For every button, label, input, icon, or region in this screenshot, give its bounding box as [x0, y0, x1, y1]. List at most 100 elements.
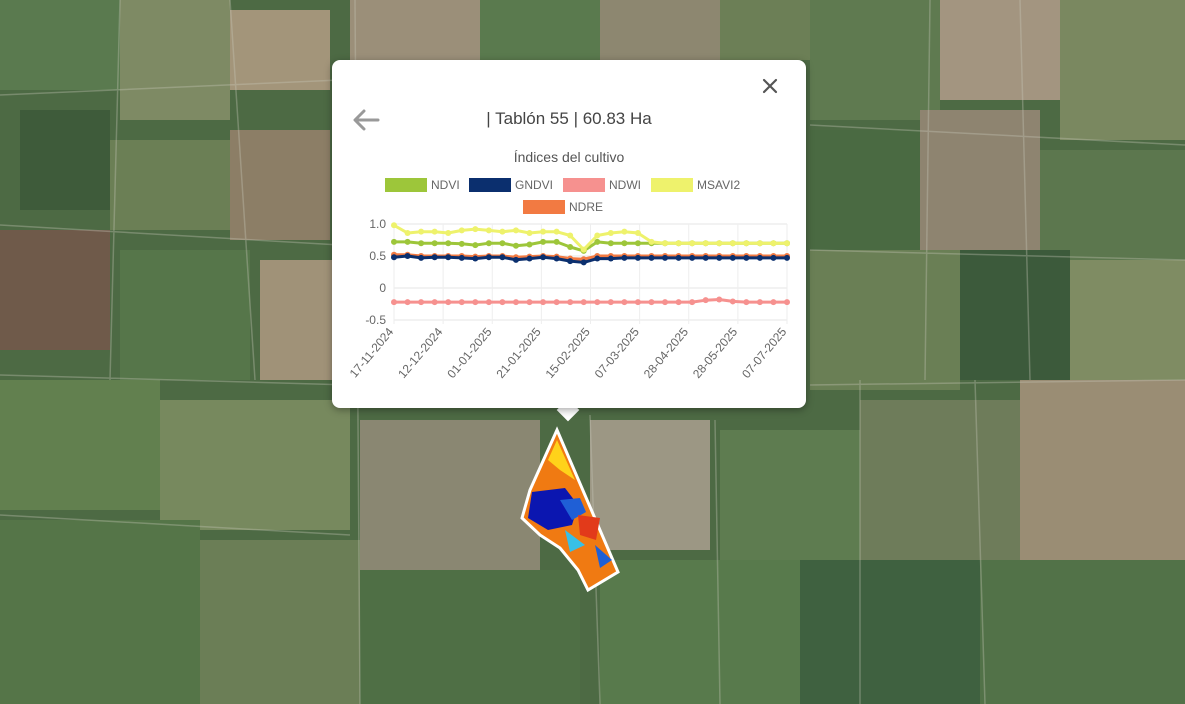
data-point-ndwi [580, 299, 587, 306]
data-point-msavi2 [729, 240, 736, 247]
data-point-msavi2 [675, 240, 682, 247]
data-point-msavi2 [526, 229, 533, 236]
data-point-ndwi [404, 299, 411, 306]
data-point-ndwi [662, 299, 669, 306]
legend-label-gndvi: GNDVI [515, 178, 554, 192]
data-point-ndwi [499, 299, 506, 306]
data-point-ndwi [784, 299, 790, 306]
data-point-ndvi [445, 240, 452, 247]
legend-item-ndvi[interactable]: NDVI [385, 178, 460, 192]
data-point-ndwi [702, 297, 709, 304]
data-point-msavi2 [567, 232, 574, 239]
data-point-gndvi [580, 259, 587, 266]
data-point-gndvi [526, 255, 533, 262]
data-point-ndwi [445, 299, 452, 306]
data-point-ndvi [634, 240, 641, 247]
data-point-msavi2 [580, 246, 587, 253]
close-icon[interactable] [758, 74, 782, 98]
legend-swatch-msavi2 [651, 178, 693, 192]
data-point-msavi2 [743, 240, 750, 247]
data-point-msavi2 [391, 222, 397, 229]
data-point-ndwi [770, 299, 777, 306]
data-point-gndvi [607, 255, 614, 262]
data-point-msavi2 [540, 228, 547, 235]
data-point-msavi2 [458, 227, 465, 234]
data-point-gndvi [404, 253, 411, 259]
data-point-gndvi [689, 254, 696, 261]
data-point-msavi2 [445, 229, 452, 236]
data-point-msavi2 [689, 240, 696, 247]
data-point-gndvi [391, 254, 397, 261]
data-point-gndvi [540, 254, 547, 261]
data-point-gndvi [485, 254, 492, 261]
data-point-ndvi [567, 244, 574, 251]
data-point-msavi2 [784, 240, 790, 247]
data-point-ndvi [540, 238, 547, 245]
x-tick-label: 07-07-2025 [739, 325, 789, 381]
x-tick-label: 07-03-2025 [592, 325, 642, 381]
data-point-msavi2 [553, 228, 560, 235]
data-point-ndwi [458, 299, 465, 306]
data-point-ndwi [648, 299, 655, 306]
data-point-gndvi [770, 254, 777, 261]
data-point-gndvi [594, 255, 601, 262]
data-point-gndvi [702, 254, 709, 261]
legend-item-msavi2[interactable]: MSAVI2 [651, 178, 740, 192]
data-point-ndvi [526, 241, 533, 248]
x-tick-label: 01-01-2025 [444, 325, 494, 381]
data-point-msavi2 [431, 228, 438, 235]
data-point-ndvi [431, 240, 438, 247]
data-point-msavi2 [607, 229, 614, 236]
data-point-gndvi [662, 254, 669, 261]
data-point-gndvi [648, 254, 655, 261]
legend-swatch-ndwi [563, 178, 605, 192]
data-point-gndvi [472, 255, 479, 262]
data-point-msavi2 [716, 240, 723, 247]
data-point-gndvi [418, 254, 425, 261]
popup-title: | Tablón 55 | 60.83 Ha [486, 109, 652, 128]
data-point-ndwi [512, 299, 519, 306]
data-point-ndwi [716, 296, 723, 303]
data-point-ndvi [499, 240, 506, 247]
data-point-gndvi [431, 254, 438, 261]
data-point-gndvi [675, 254, 682, 261]
data-point-ndvi [553, 238, 560, 245]
data-point-gndvi [716, 254, 723, 261]
x-tick-label: 28-04-2025 [641, 325, 691, 381]
data-point-gndvi [553, 255, 560, 262]
data-point-gndvi [567, 258, 574, 265]
data-point-ndwi [567, 299, 574, 306]
field-popup: | Tablón 55 | 60.83 Ha Índices del culti… [332, 60, 806, 408]
legend-swatch-gndvi [469, 178, 511, 192]
indices-line-chart[interactable]: 1.0 0.5 0 -0.517-11-202412-12-202401-01-202… [332, 210, 806, 408]
legend-item-ndwi[interactable]: NDWI [563, 178, 641, 192]
data-point-ndvi [404, 238, 411, 245]
data-point-ndwi [540, 299, 547, 306]
data-point-ndwi [756, 299, 763, 306]
data-point-msavi2 [770, 240, 777, 247]
data-point-gndvi [634, 254, 641, 261]
data-point-ndvi [485, 240, 492, 247]
legend-item-gndvi[interactable]: GNDVI [469, 178, 553, 192]
y-tick-label: 0 [379, 281, 386, 295]
x-tick-label: 21-01-2025 [493, 325, 543, 381]
data-point-msavi2 [702, 240, 709, 247]
data-point-ndvi [512, 242, 519, 249]
legend-label-msavi2: MSAVI2 [697, 178, 741, 192]
data-point-ndvi [607, 240, 614, 247]
data-point-msavi2 [662, 240, 669, 247]
data-point-ndwi [485, 299, 492, 306]
data-point-ndvi [472, 242, 479, 249]
data-point-ndwi [634, 299, 641, 306]
y-tick-label: -0.5 [365, 313, 386, 327]
x-tick-label: 12-12-2024 [395, 325, 445, 381]
data-point-gndvi [445, 254, 452, 261]
data-point-gndvi [499, 254, 506, 261]
data-point-ndwi [418, 299, 425, 306]
data-point-msavi2 [512, 227, 519, 234]
data-point-msavi2 [404, 229, 411, 236]
legend-swatch-ndvi [385, 178, 427, 192]
data-point-ndwi [607, 299, 614, 306]
data-point-msavi2 [648, 238, 655, 245]
data-point-ndwi [553, 299, 560, 306]
